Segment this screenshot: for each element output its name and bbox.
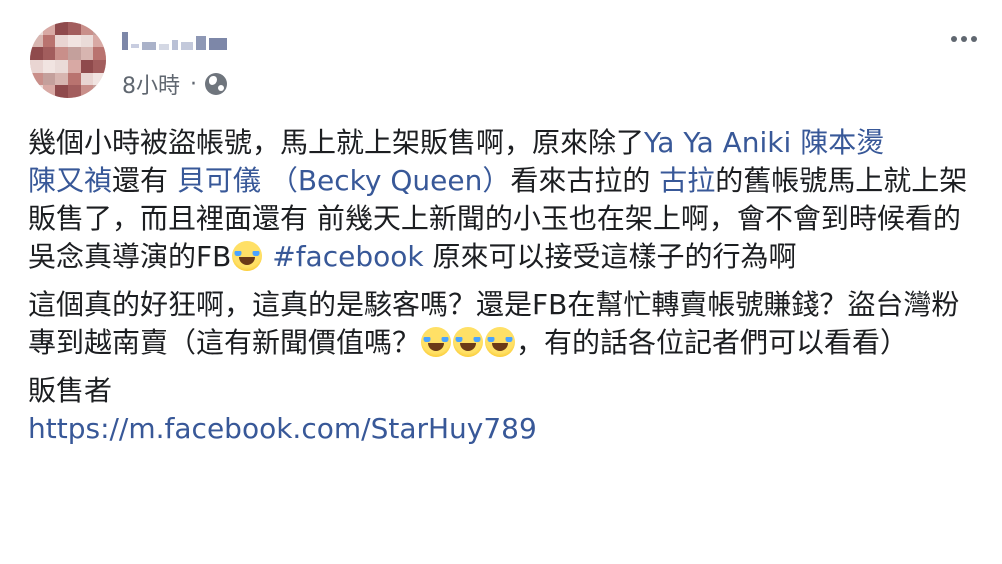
text: 還有 [112,164,177,197]
avatar-pixel [80,85,94,98]
avatar-pixel [30,22,43,35]
post-meta: 8小時 · [122,68,227,100]
paragraph-1: 幾個小時被盜帳號，馬上就上架販售啊，原來除了Ya Ya Aniki 陳本燙 陳又… [28,124,978,276]
avatar-pixel [42,60,56,73]
text: 看來古拉的 [510,164,660,197]
text: 幾個小時被盜帳號，馬上就上架販售啊，原來除了 [28,126,645,159]
avatar-pixel [80,72,94,86]
globe-icon[interactable] [205,73,227,95]
avatar-pixel [42,22,56,35]
avatar-pixel [55,47,68,60]
author-name-blurred[interactable] [122,28,272,50]
hashtag-facebook[interactable]: #facebook [272,240,423,273]
post-message: 幾個小時被盜帳號，馬上就上架販售啊，原來除了Ya Ya Aniki 陳本燙 陳又… [28,124,978,448]
avatar-pixel [30,34,43,48]
seller-profile-link[interactable]: https://m.facebook.com/StarHuy789 [28,412,537,445]
avatar-pixel [55,60,68,73]
tears-of-joy-emoji-icon [485,327,516,357]
tag-ya-ya-aniki[interactable]: Ya Ya Aniki [644,126,791,159]
avatar-pixel [55,72,68,86]
avatar-pixel [68,22,81,35]
avatar-pixel [80,60,94,73]
avatar-pixel [80,34,94,48]
tears-of-joy-emoji-icon [421,327,452,357]
tag-gula[interactable]: 古拉 [659,164,715,197]
avatar-pixel [30,60,43,73]
avatar-pixel [80,22,94,35]
avatar-pixel [55,34,68,48]
post-timestamp[interactable]: 8小時 [122,68,180,100]
tears-of-joy-emoji-icon [232,241,263,271]
avatar-pixel [93,22,106,35]
avatar-pixel [55,22,68,35]
avatar-pixel [68,47,81,60]
avatar-pixel [30,72,43,86]
avatar-pixel [68,60,81,73]
avatar-pixel [93,72,106,86]
avatar-pixel [93,34,106,48]
paragraph-3: 販售者 https://m.facebook.com/StarHuy789 [28,372,978,448]
text: 原來可以接受這樣子的行為啊 [423,240,797,273]
avatar-pixel [68,85,81,98]
avatar-pixel [80,47,94,60]
more-options-button[interactable] [944,24,984,54]
tears-of-joy-emoji-icon [453,327,484,357]
meta-separator: · [190,71,197,97]
avatar-pixel [30,85,43,98]
avatar-pixel [93,60,106,73]
avatar-pixel [42,72,56,86]
avatar-pixel [30,47,43,60]
avatar[interactable] [30,22,106,98]
facebook-post: 8小時 · 幾個小時被盜帳號，馬上就上架販售啊，原來除了Ya Ya Aniki … [0,0,1002,564]
tag-becky-queen[interactable]: 貝可儀 （Becky Queen） [177,164,510,197]
avatar-pixel [93,85,106,98]
tag-chen-ben-tang[interactable]: 陳本燙 [800,126,884,159]
avatar-pixel [55,85,68,98]
seller-label: 販售者 [28,374,113,407]
avatar-pixel [68,34,81,48]
text: ，有的話各位記者們可以看看） [516,326,909,359]
paragraph-2: 這個真的好狂啊，這真的是駭客嗎？還是FB在幫忙轉賣帳號賺錢？盜台灣粉專到越南賣（… [28,286,978,362]
avatar-pixel [42,47,56,60]
avatar-pixel [42,34,56,48]
avatar-pixel [68,72,81,86]
avatar-pixel [93,47,106,60]
ellipsis-icon [951,36,957,42]
avatar-pixel [42,85,56,98]
tag-chen-you-zhen[interactable]: 陳又禎 [28,164,112,197]
